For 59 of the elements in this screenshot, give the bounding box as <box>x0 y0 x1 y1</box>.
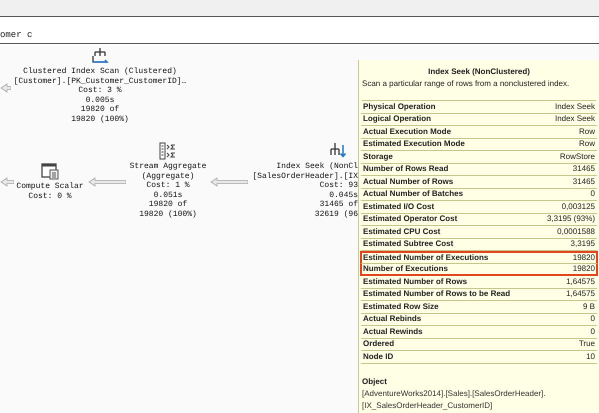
property-value: 0,003125 <box>562 200 595 213</box>
aggregate-icon[interactable] <box>159 142 177 160</box>
operator-label[interactable]: Compute Scalar Cost: 0 % <box>16 182 84 202</box>
property-name: Estimated Number of Rows <box>363 276 468 288</box>
object-value: [AdventureWorks2014].[Sales].[SalesOrderHeader]. [IX_SalesOrderHeader_CustomerID] <box>362 388 546 412</box>
property-value: 3,3195 (93%) <box>546 213 595 226</box>
operator-label[interactable]: Index Seek (NonCl [SalesOrderHeader].[IX Cost: 93 0.045s 31465 of 32619 (96 <box>252 162 358 220</box>
property-name: Storage <box>363 150 393 163</box>
property-value: Index Seek <box>554 113 595 126</box>
property-value: Index Seek <box>554 100 595 113</box>
tooltip-description: Scan a particular range of rows from a nonclustered index. <box>362 78 570 89</box>
property-value: 0,0001588 <box>557 226 595 238</box>
property-value: 1,64575 <box>566 288 595 300</box>
property-value: Row <box>578 138 595 150</box>
calculator-window-icon[interactable] <box>41 162 59 180</box>
property-name: Ordered <box>363 338 394 350</box>
index-seek-icon[interactable] <box>328 142 346 160</box>
property-value: 31465 <box>572 163 595 176</box>
property-value: RowStore <box>560 150 595 163</box>
property-name: Estimated Number of Rows to be Read <box>363 288 510 300</box>
property-name: Node ID <box>363 350 394 363</box>
property-name: Number of Executions <box>363 262 448 275</box>
property-value: 0 <box>590 326 595 338</box>
property-value: 3,3195 <box>570 238 595 250</box>
property-value: 0 <box>590 188 595 200</box>
property-name: Physical Operation <box>363 100 436 113</box>
property-name: Estimated Number of Executions <box>363 252 488 264</box>
property-value: 19820 <box>572 262 595 275</box>
property-value: 10 <box>586 350 595 363</box>
property-name: Estimated Subtree Cost <box>363 238 454 250</box>
property-name: Actual Number of Batches <box>363 188 464 200</box>
property-value: 0 <box>590 313 595 326</box>
property-name: Logical Operation <box>363 113 432 126</box>
property-name: Actual Rebinds <box>363 313 422 326</box>
index-scan-icon[interactable] <box>91 47 109 65</box>
property-name: Actual Rewinds <box>363 326 423 338</box>
property-name: Estimated Operator Cost <box>363 213 458 226</box>
property-name: Estimated I/O Cost <box>363 200 434 213</box>
property-value: 1,64575 <box>566 276 595 288</box>
flow-arrow <box>0 177 14 187</box>
property-value: 9 B <box>582 300 595 313</box>
flow-arrow <box>88 177 126 187</box>
object-label: Object <box>362 376 388 388</box>
property-name: Actual Number of Rows <box>363 176 454 188</box>
property-name: Estimated Row Size <box>363 300 439 313</box>
tooltip-title: Index Seek (NonClustered) <box>427 66 531 77</box>
flow-arrow <box>0 83 11 93</box>
flow-arrow <box>210 177 248 187</box>
operator-label[interactable]: Stream Aggregate (Aggregate) Cost: 1 % 0.051s 19820 of 19820 (100%) <box>130 162 206 220</box>
property-name: Actual Execution Mode <box>363 126 452 138</box>
property-value: Row <box>578 126 595 138</box>
property-value: 31465 <box>572 176 595 188</box>
operator-label[interactable]: Clustered Index Scan (Clustered) [Customer].[PK_Customer_CustomerID]… Cost: 3 % 0.005s 19820 of 19820 (100%) <box>14 67 186 125</box>
property-value: 19820 <box>572 252 595 264</box>
property-name: Estimated Execution Mode <box>363 138 465 150</box>
query-text: omer c <box>0 30 32 40</box>
property-name: Number of Rows Read <box>363 163 448 176</box>
property-name: Estimated CPU Cost <box>363 226 440 238</box>
property-value: True <box>578 338 595 350</box>
